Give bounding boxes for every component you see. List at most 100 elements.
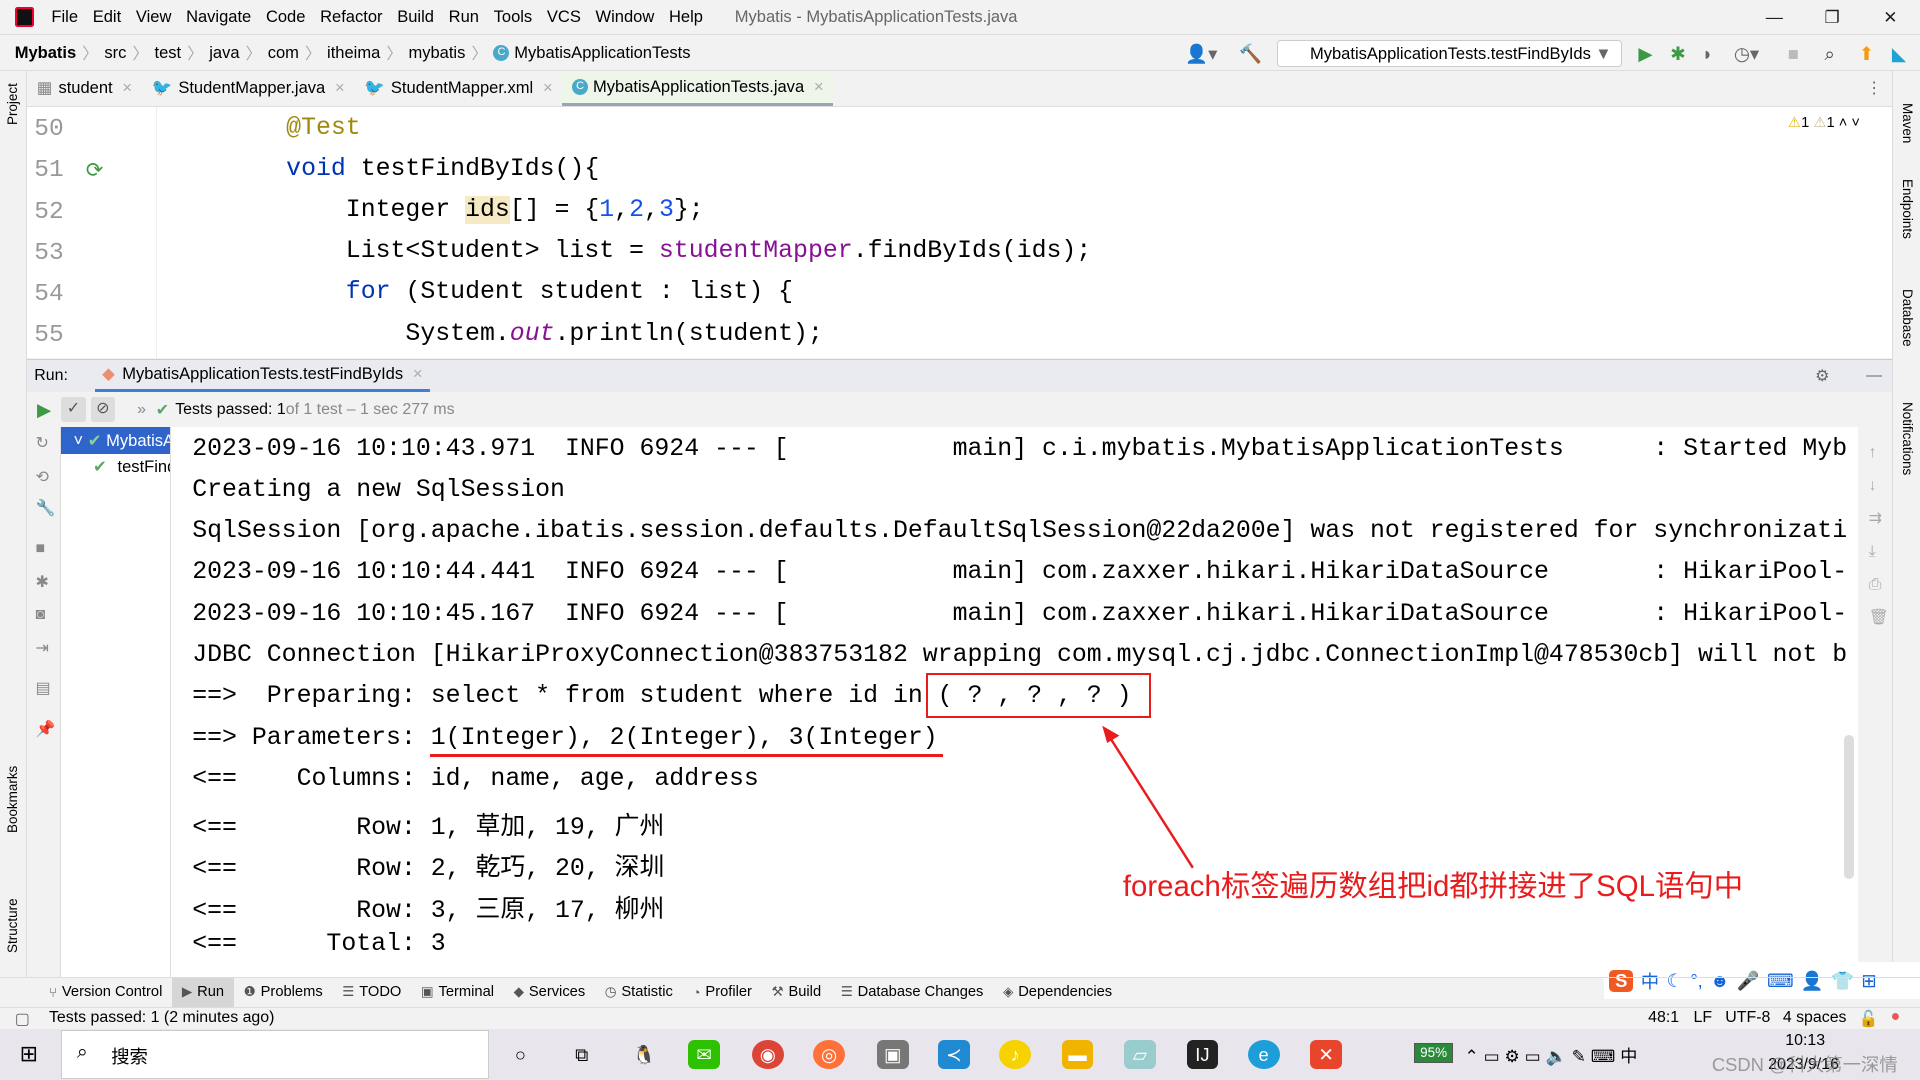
tree-root-node[interactable]: ˅ ✔ MybatisApplicationTests (61, 427, 171, 455)
restore-button[interactable]: ❐ (1824, 7, 1839, 28)
stop-icon[interactable]: ■ (36, 540, 46, 558)
code-editor[interactable]: ⟳ 50 51 52 53 54 55 @Test void testFindByIds(… (26, 106, 1892, 358)
code-line[interactable]: List<Student> list = studentMapper.findB… (227, 237, 1091, 265)
code-line[interactable]: System.out.println(student); (227, 320, 822, 348)
tool-window-services[interactable]: ◆ Services (504, 978, 595, 1007)
menu-vcs[interactable]: VCS (547, 7, 581, 27)
menu-run[interactable]: Run (449, 7, 479, 27)
crumb-src[interactable]: src (104, 43, 126, 63)
menu-edit[interactable]: Edit (93, 7, 121, 27)
camera-icon[interactable]: ◙ (36, 606, 46, 624)
crumb-itheima[interactable]: itheima (327, 43, 380, 63)
search-icon[interactable]: ⌕ (1824, 43, 1834, 65)
wrench-icon[interactable]: 🔧 (36, 498, 56, 518)
menu-window[interactable]: Window (596, 7, 655, 27)
chrome-icon[interactable]: ◉ (751, 1039, 784, 1069)
toolbox-icon[interactable]: ◣ (1892, 43, 1906, 65)
database-tool-button[interactable]: Database (1900, 289, 1915, 347)
update-icon[interactable]: ⬆ (1859, 43, 1874, 65)
wechat-icon[interactable]: ✉ (688, 1039, 720, 1069)
tool-window-profiler[interactable]: ◔ Profiler (683, 978, 762, 1007)
coverage-icon[interactable]: ◗ (1702, 43, 1713, 65)
user-icon[interactable]: 👤▾ (1185, 43, 1217, 65)
status-toggle-icon[interactable]: ▢ (15, 1009, 30, 1029)
tool-window-dependencies[interactable]: ◈ Dependencies (993, 978, 1122, 1007)
bilibili-icon[interactable]: ▣ (876, 1039, 909, 1069)
crumb-com[interactable]: com (268, 43, 299, 63)
tree-test-node[interactable]: ✔ testFindByIds (93, 457, 170, 477)
stop-icon[interactable]: ■ (1788, 43, 1799, 65)
tool-window-database-changes[interactable]: ☰ Database Changes (831, 978, 993, 1007)
profile-icon[interactable]: ◷▾ (1734, 43, 1759, 65)
close-tab-icon[interactable]: × (335, 78, 345, 98)
indent-setting[interactable]: 4 spaces (1783, 1009, 1847, 1027)
menu-help[interactable]: Help (669, 7, 703, 27)
firefox-icon[interactable]: ◎ (813, 1039, 845, 1069)
debug-icon[interactable]: ✱ (1670, 43, 1685, 65)
menu-navigate[interactable]: Navigate (186, 7, 251, 27)
edge-icon[interactable]: e (1247, 1039, 1280, 1069)
qq-icon[interactable]: 🐧 (628, 1040, 660, 1069)
tool-window-statistic[interactable]: ◷ Statistic (595, 978, 683, 1007)
music-icon[interactable]: ♪ (999, 1039, 1031, 1069)
tool-window-run[interactable]: ▶ Run (172, 977, 234, 1008)
tool-window-build[interactable]: ⚒ Build (762, 978, 831, 1007)
menu-build[interactable]: Build (397, 7, 434, 27)
up-icon[interactable]: ↑ (1869, 444, 1877, 461)
tab-student[interactable]: ▦ student × (27, 71, 142, 107)
run-config-select[interactable]: MybatisApplicationTests.testFindByIds ▼ (1277, 40, 1623, 68)
debug-icon[interactable]: ✱ (36, 572, 49, 592)
endpoints-tool-button[interactable]: Endpoints (1900, 179, 1915, 239)
inspection-widget[interactable]: ⚠1 ⚠1 ˄ ˅ (1788, 114, 1860, 131)
console-scrollbar[interactable] (1844, 734, 1854, 880)
notifications-tool-button[interactable]: Notifications (1900, 402, 1915, 475)
trash-icon[interactable]: 🗑 (1869, 609, 1889, 626)
project-tool-button[interactable]: Project (5, 83, 20, 125)
close-tab-icon[interactable]: × (543, 78, 553, 98)
close-tab-icon[interactable]: × (413, 364, 423, 384)
tool-window-terminal[interactable]: ▣ Terminal (411, 978, 504, 1007)
print-icon[interactable]: ⎙ (1869, 576, 1882, 593)
show-ignored-toggle[interactable]: ⊘ (90, 397, 116, 422)
toggle-auto-test-icon[interactable]: ⟲ (36, 467, 49, 487)
tab-studentmapper-xml[interactable]: 🐦 StudentMapper.xml × (354, 71, 562, 107)
tool-window-todo[interactable]: ☰ TODO (332, 978, 411, 1007)
file-explorer-icon[interactable]: ▬ (1061, 1039, 1094, 1069)
crumb-java[interactable]: java (209, 43, 239, 63)
soft-wrap-icon[interactable]: ⇉ (1869, 510, 1882, 527)
code-line[interactable]: for (Student student : list) { (227, 278, 793, 306)
xmind-icon[interactable]: ✕ (1310, 1039, 1343, 1069)
menu-view[interactable]: View (136, 7, 172, 27)
clock-time[interactable]: 10:13 (1785, 1032, 1825, 1050)
more-icon[interactable]: ⋮ (1866, 78, 1882, 98)
tool-window-version-control[interactable]: ⑂ Version Control (39, 978, 172, 1007)
menu-code[interactable]: Code (266, 7, 305, 27)
caret-position[interactable]: 48:1 (1648, 1009, 1679, 1027)
down-icon[interactable]: ↓ (1869, 477, 1877, 494)
taskbar-search[interactable]: ⌕ 搜索 (61, 1029, 489, 1079)
close-tab-icon[interactable]: × (122, 78, 132, 98)
crumb-project[interactable]: Mybatis (15, 43, 77, 63)
notepad-icon[interactable]: ▱ (1124, 1039, 1156, 1069)
scroll-end-icon[interactable]: ⤓ (1869, 543, 1876, 560)
layout-icon[interactable]: ▤ (36, 678, 51, 698)
task-view-icon[interactable]: ⧉ (566, 1040, 598, 1069)
menu-refactor[interactable]: Refactor (320, 7, 382, 27)
tool-window-problems[interactable]: ❶ Problems (234, 978, 333, 1007)
line-separator[interactable]: LF (1693, 1009, 1712, 1027)
expand-icon[interactable]: » (137, 401, 146, 419)
windows-start-icon[interactable]: ⊞ (20, 1041, 38, 1067)
tab-mybatisapplicationtests-java[interactable]: C MybatisApplicationTests.java × (562, 70, 834, 107)
crumb-test[interactable]: test (154, 43, 181, 63)
maven-tool-button[interactable]: Maven (1900, 103, 1915, 143)
code-line[interactable]: Integer ids[] = {1,2,3}; (227, 196, 704, 225)
vscode-icon[interactable]: ≺ (937, 1039, 970, 1069)
crumb-class[interactable]: MybatisApplicationTests (514, 43, 690, 63)
show-passed-toggle[interactable]: ✓ (61, 397, 86, 422)
gear-icon[interactable]: ⚙ (1815, 366, 1829, 386)
tab-studentmapper-java[interactable]: 🐦 StudentMapper.java × (142, 71, 355, 107)
import-icon[interactable]: ⇥ (36, 638, 49, 658)
status-message[interactable]: Tests passed: 1 (2 minutes ago) (49, 1009, 274, 1027)
hide-icon[interactable]: — (1866, 367, 1882, 385)
structure-tool-button[interactable]: Structure (5, 898, 20, 953)
